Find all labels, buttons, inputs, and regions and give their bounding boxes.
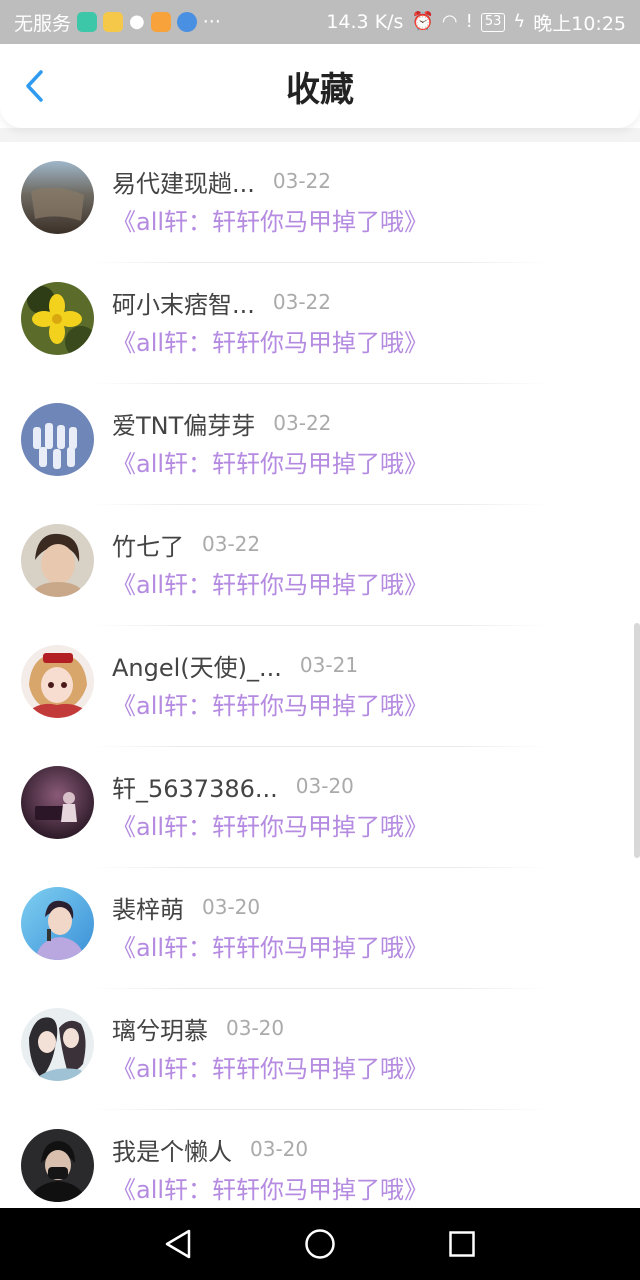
page-title: 收藏 xyxy=(286,70,354,110)
charging-icon: ϟ xyxy=(513,11,526,32)
avatar[interactable] xyxy=(21,161,94,234)
list-item[interactable]: 裴梓萌 03-20 《all轩：轩轩你马甲掉了哦》 xyxy=(0,868,640,989)
username: 竹七了 xyxy=(112,532,184,561)
app-header: 收藏 xyxy=(0,44,640,128)
list-item[interactable]: 竹七了 03-22 《all轩：轩轩你马甲掉了哦》 xyxy=(0,505,640,626)
status-left: 无服务 ● ··· xyxy=(14,0,221,44)
story-title-link[interactable]: 《all轩：轩轩你马甲掉了哦》 xyxy=(112,1049,428,1084)
status-right: 14.3 K/s ⏰ ◠ ! 53 ϟ 晚上10:25 xyxy=(326,0,626,44)
date: 03-20 xyxy=(202,895,261,919)
nav-recents-button[interactable] xyxy=(442,1224,482,1264)
network-speed: 14.3 K/s xyxy=(326,11,404,33)
avatar[interactable] xyxy=(21,524,94,597)
alert-icon: ! xyxy=(465,11,473,32)
avatar[interactable] xyxy=(21,403,94,476)
list-item[interactable]: 轩_5637386... 03-20 《all轩：轩轩你马甲掉了哦》 xyxy=(0,747,640,868)
story-title-link[interactable]: 《all轩：轩轩你马甲掉了哦》 xyxy=(112,444,428,479)
avatar[interactable] xyxy=(21,282,94,355)
clock: 晚上10:25 xyxy=(533,12,626,35)
date: 03-21 xyxy=(299,653,359,677)
username: 璃兮玥慕 xyxy=(112,1016,208,1045)
triangle-back-icon xyxy=(165,1229,191,1259)
list-item[interactable]: 璃兮玥慕 03-20 《all轩：轩轩你马甲掉了哦》 xyxy=(0,989,640,1110)
alarm-icon: ⏰ xyxy=(411,11,434,32)
favorites-list[interactable]: 易代建现趟... 03-22 《all轩：轩轩你马甲掉了哦》 砢小末痞智... … xyxy=(0,142,640,1208)
scrollbar[interactable] xyxy=(634,623,640,858)
status-bar: 无服务 ● ··· 14.3 K/s ⏰ ◠ ! 53 ϟ 晚上10:25 xyxy=(0,0,640,44)
story-title-link[interactable]: 《all轩：轩轩你马甲掉了哦》 xyxy=(112,686,428,721)
battery-icon: 53 xyxy=(480,12,506,32)
carrier-text: 无服务 xyxy=(14,12,72,35)
header-separator xyxy=(0,128,640,142)
story-title-link[interactable]: 《all轩：轩轩你马甲掉了哦》 xyxy=(112,323,428,358)
username: 砢小末痞智... xyxy=(112,290,255,319)
avatar[interactable] xyxy=(21,1008,94,1081)
wifi-icon: ◠ xyxy=(441,11,458,32)
more-notifications-icon: ··· xyxy=(202,11,221,33)
username: 我是个懒人 xyxy=(112,1137,232,1166)
nav-back-button[interactable] xyxy=(158,1224,198,1264)
date: 03-22 xyxy=(272,169,332,193)
date: 03-22 xyxy=(202,532,261,556)
username: 爱TNT偏芽芽 xyxy=(112,411,256,440)
date: 03-22 xyxy=(272,290,332,314)
story-title-link[interactable]: 《all轩：轩轩你马甲掉了哦》 xyxy=(112,928,428,963)
app-notification-icon xyxy=(103,12,124,32)
story-title-link[interactable]: 《all轩：轩轩你马甲掉了哦》 xyxy=(112,565,428,600)
square-recents-icon xyxy=(449,1231,475,1257)
username: 轩_5637386... xyxy=(112,774,278,803)
system-nav-bar xyxy=(0,1208,640,1280)
story-title-link[interactable]: 《all轩：轩轩你马甲掉了哦》 xyxy=(112,807,428,842)
username: 裴梓萌 xyxy=(112,895,184,924)
list-item[interactable]: 砢小末痞智... 03-22 《all轩：轩轩你马甲掉了哦》 xyxy=(0,263,640,384)
video-app-icon xyxy=(150,12,171,32)
date: 03-20 xyxy=(295,774,354,798)
avatar[interactable] xyxy=(21,887,94,960)
story-title-link[interactable]: 《all轩：轩轩你马甲掉了哦》 xyxy=(112,1170,428,1205)
app-notification-icon xyxy=(77,12,98,32)
nav-home-button[interactable] xyxy=(300,1224,340,1264)
list-item[interactable]: 爱TNT偏芽芽 03-22 《all轩：轩轩你马甲掉了哦》 xyxy=(0,384,640,505)
username: Angel(天使)_... xyxy=(112,653,282,682)
list-item[interactable]: 易代建现趟... 03-22 《all轩：轩轩你马甲掉了哦》 xyxy=(0,142,640,263)
circle-home-icon xyxy=(305,1229,335,1259)
list-item[interactable]: Angel(天使)_... 03-21 《all轩：轩轩你马甲掉了哦》 xyxy=(0,626,640,747)
browser-icon xyxy=(176,12,197,32)
wechat-icon: ● xyxy=(129,11,145,32)
username: 易代建现趟... xyxy=(112,169,255,198)
date: 03-20 xyxy=(250,1137,309,1161)
avatar[interactable] xyxy=(21,766,94,839)
list-item[interactable]: 我是个懒人 03-20 《all轩：轩轩你马甲掉了哦》 xyxy=(0,1110,640,1208)
avatar[interactable] xyxy=(21,1129,94,1202)
date: 03-20 xyxy=(226,1016,285,1040)
avatar[interactable] xyxy=(21,645,94,718)
story-title-link[interactable]: 《all轩：轩轩你马甲掉了哦》 xyxy=(112,202,428,237)
date: 03-22 xyxy=(273,411,332,435)
